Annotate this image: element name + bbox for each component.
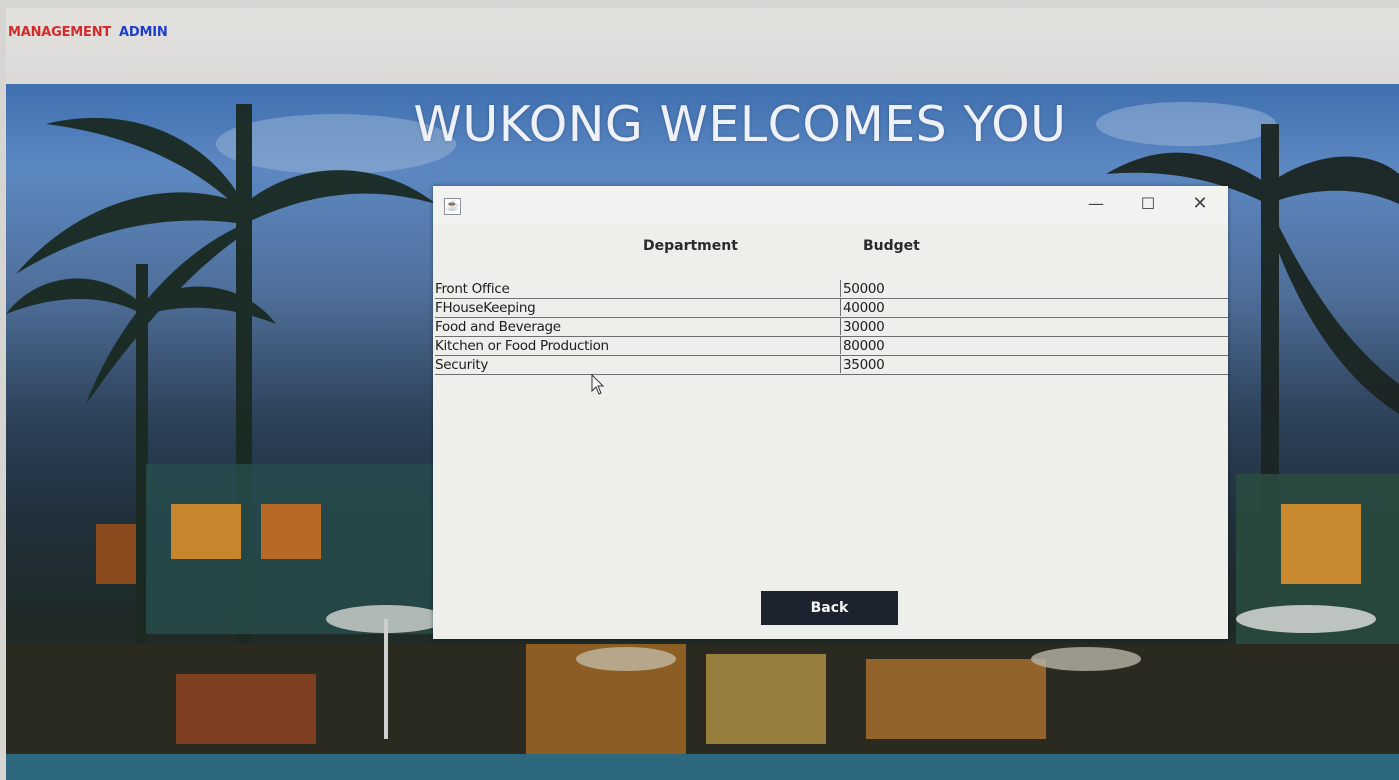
menu-admin[interactable]: ADMIN — [119, 25, 168, 40]
table-row[interactable]: Kitchen or Food Production 80000 — [435, 337, 1228, 356]
minimize-button[interactable]: — — [1081, 192, 1111, 216]
cell-department[interactable]: Front Office — [435, 281, 510, 297]
close-icon: ✕ — [1192, 193, 1208, 214]
cell-department[interactable]: Security — [435, 357, 488, 373]
mouse-cursor-icon — [591, 374, 605, 395]
table-row[interactable]: FHouseKeeping 40000 — [435, 299, 1228, 318]
welcome-banner: WUKONG WELCOMES YOU — [413, 96, 1067, 153]
menu-bar: MANAGEMENT ADMIN — [6, 8, 1399, 84]
column-header-budget: Budget — [863, 238, 920, 254]
window-titlebar[interactable]: ☕ — ☐ ✕ — [433, 186, 1228, 224]
cell-budget[interactable]: 30000 — [840, 318, 885, 335]
cell-department[interactable]: FHouseKeeping — [435, 300, 536, 316]
cell-budget[interactable]: 35000 — [840, 356, 885, 373]
maximize-icon: ☐ — [1140, 194, 1156, 213]
table-row[interactable]: Front Office 50000 — [435, 280, 1228, 299]
table-row[interactable]: Food and Beverage 30000 — [435, 318, 1228, 337]
table-row[interactable]: Security 35000 — [435, 356, 1228, 375]
minimize-icon: — — [1088, 194, 1104, 213]
back-button[interactable]: Back — [761, 591, 898, 625]
budget-table: Front Office 50000 FHouseKeeping 40000 F… — [435, 280, 1228, 375]
cell-department[interactable]: Food and Beverage — [435, 319, 561, 335]
column-header-department: Department — [643, 238, 738, 254]
java-app-icon: ☕ — [444, 198, 461, 215]
cell-budget[interactable]: 50000 — [840, 280, 885, 297]
budget-window: ☕ — ☐ ✕ Department Budget Front Office 5… — [433, 186, 1228, 639]
cell-department[interactable]: Kitchen or Food Production — [435, 338, 609, 354]
maximize-button[interactable]: ☐ — [1133, 192, 1163, 216]
menu-management[interactable]: MANAGEMENT — [8, 25, 111, 40]
cell-budget[interactable]: 80000 — [840, 337, 885, 354]
close-button[interactable]: ✕ — [1185, 192, 1215, 216]
cell-budget[interactable]: 40000 — [840, 299, 885, 316]
